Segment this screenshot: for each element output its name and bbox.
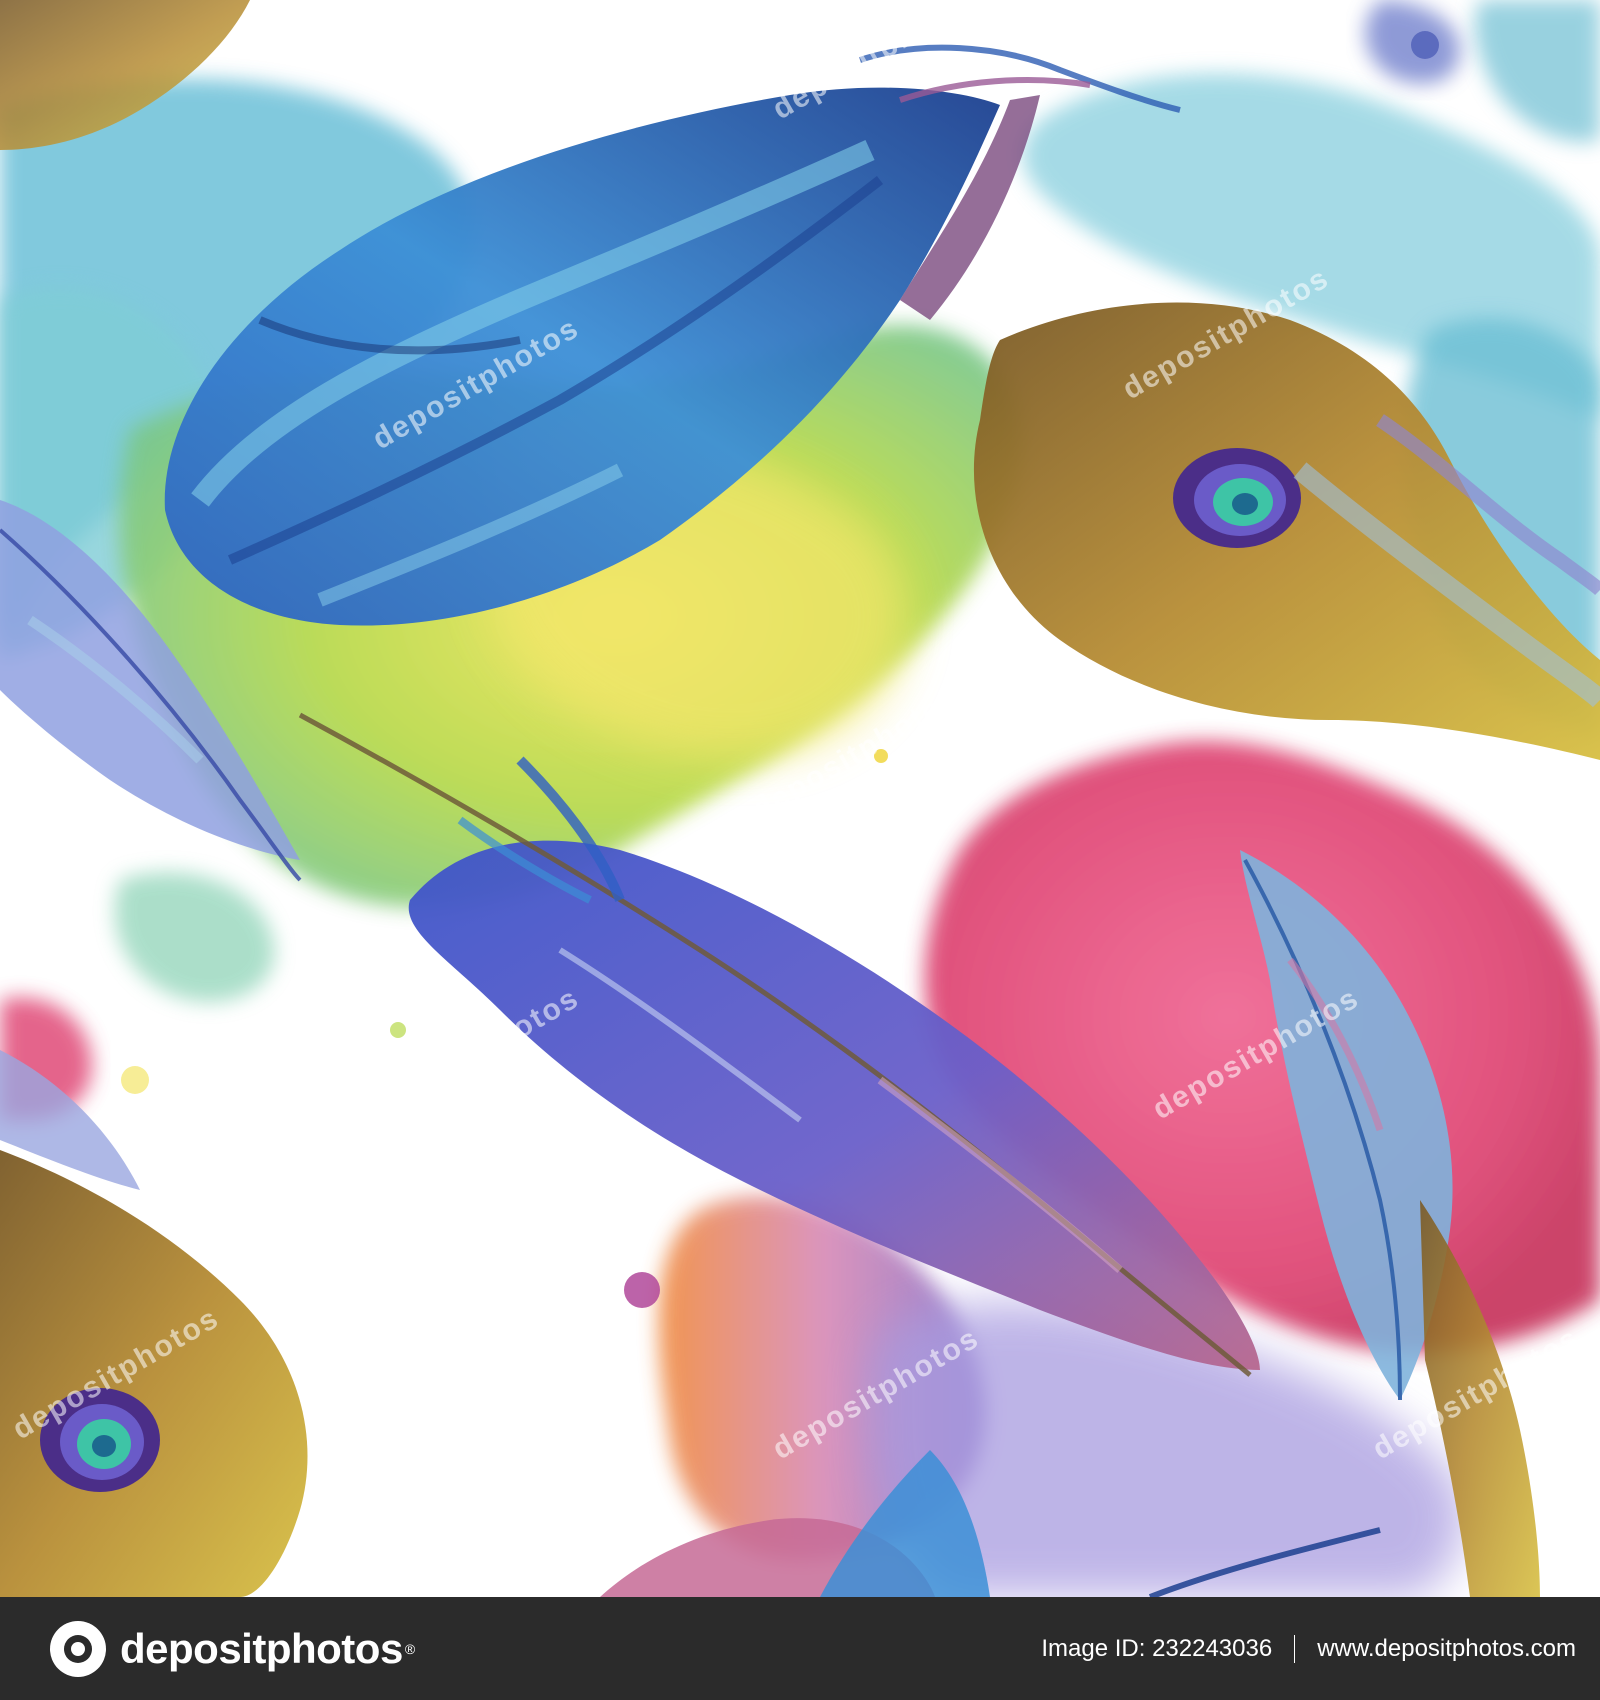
- depositphotos-logo[interactable]: depositphotos ®: [46, 1617, 415, 1681]
- artwork-canvas: depositphotos depositphotos depositphoto…: [0, 0, 1600, 1597]
- stock-footer-bar: depositphotos ® Image ID: 232243036 www.d…: [0, 1597, 1600, 1700]
- registered-mark: ®: [404, 1640, 416, 1657]
- peacock-feather-bottom-left: [0, 1050, 308, 1597]
- stock-photo-preview: depositphotos depositphotos depositphoto…: [0, 0, 1600, 1700]
- feather-watercolor-artwork: depositphotos depositphotos depositphoto…: [0, 0, 1600, 1597]
- image-id-label: Image ID: 232243036: [1041, 1634, 1273, 1662]
- site-url-link[interactable]: www.depositphotos.com: [1317, 1635, 1576, 1663]
- footer-divider: [1294, 1634, 1296, 1663]
- depositphotos-logo-icon: [50, 1620, 106, 1677]
- logo-wordmark: depositphotos: [120, 1624, 403, 1672]
